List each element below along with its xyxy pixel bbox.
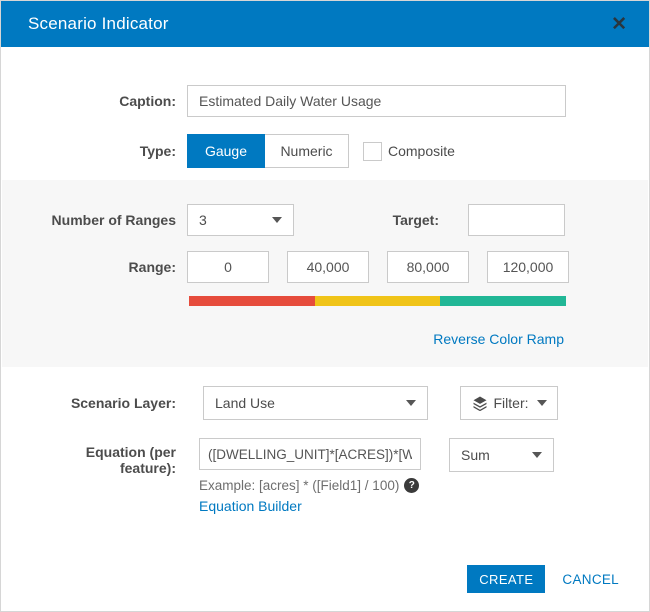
help-icon[interactable]: ? <box>404 478 420 493</box>
dialog-title: Scenario Indicator <box>28 14 169 33</box>
composite-label: Composite <box>388 143 455 159</box>
number-of-ranges-label: Number of Ranges <box>51 212 176 228</box>
target-label: Target: <box>392 212 439 228</box>
layers-icon <box>472 395 488 412</box>
dialog-footer: CREATE CANCEL <box>467 565 619 593</box>
range-input-3[interactable] <box>387 251 469 283</box>
number-of-ranges-value: 3 <box>199 212 207 228</box>
caption-input[interactable] <box>187 85 566 117</box>
equation-row: Equation (per feature): Sum <box>1 438 554 476</box>
caret-down-icon <box>532 452 542 458</box>
scenario-indicator-dialog: Scenario Indicator ✕ Caption: Type: Gaug… <box>0 0 650 612</box>
reverse-color-ramp-link[interactable]: Reverse Color Ramp <box>433 331 564 347</box>
scenario-layer-row: Scenario Layer: Land Use Filter: <box>1 386 558 420</box>
type-label: Type: <box>139 143 176 159</box>
number-of-ranges-select[interactable]: 3 <box>187 204 294 236</box>
aggregation-select[interactable]: Sum <box>449 438 554 472</box>
create-button[interactable]: CREATE <box>467 565 546 593</box>
cancel-button[interactable]: CANCEL <box>562 572 619 587</box>
aggregation-value: Sum <box>461 447 490 463</box>
caret-down-icon <box>406 400 416 406</box>
range-row: Range: <box>1 251 569 283</box>
target-input[interactable] <box>468 204 565 236</box>
caret-down-icon <box>272 217 282 223</box>
color-ramp <box>189 296 567 306</box>
type-option-gauge[interactable]: Gauge <box>187 134 265 168</box>
color-ramp-green <box>440 296 567 306</box>
equation-input[interactable] <box>199 438 421 470</box>
equation-label: Equation (per feature): <box>85 444 176 477</box>
filter-button[interactable]: Filter: <box>460 386 558 420</box>
composite-checkbox[interactable] <box>363 141 382 161</box>
scenario-layer-select[interactable]: Land Use <box>203 386 428 420</box>
number-of-ranges-row: Number of Ranges 3 Target: <box>1 204 565 236</box>
close-icon[interactable]: ✕ <box>607 13 631 36</box>
caret-down-icon <box>536 400 547 406</box>
color-ramp-yellow <box>314 296 441 306</box>
range-label: Range: <box>128 259 176 275</box>
range-input-2[interactable] <box>287 251 369 283</box>
equation-example-text: Example: [acres] * ([Field1] / 100) <box>199 478 400 493</box>
range-input-1[interactable] <box>187 251 269 283</box>
equation-example-row: Example: [acres] * ([Field1] / 100) ? <box>199 478 420 493</box>
caption-row: Caption: <box>1 85 566 117</box>
caption-label: Caption: <box>119 93 176 109</box>
color-ramp-red <box>189 296 315 306</box>
type-option-numeric[interactable]: Numeric <box>265 134 349 168</box>
equation-builder-link[interactable]: Equation Builder <box>199 498 302 514</box>
scenario-layer-value: Land Use <box>215 395 275 411</box>
type-segmented-control: Gauge Numeric <box>187 134 349 168</box>
type-row: Type: Gauge Numeric Composite <box>1 134 455 168</box>
range-input-4[interactable] <box>487 251 569 283</box>
filter-label: Filter: <box>493 395 529 411</box>
scenario-layer-label: Scenario Layer: <box>70 395 176 411</box>
dialog-header: Scenario Indicator ✕ <box>1 1 649 47</box>
